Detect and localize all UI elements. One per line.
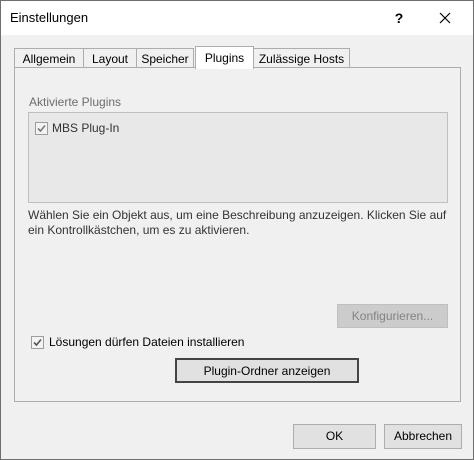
close-button[interactable] — [427, 6, 463, 30]
plugin-list[interactable]: MBS Plug-In — [28, 112, 448, 203]
tab-speicher[interactable]: Speicher — [136, 48, 194, 68]
help-button[interactable]: ? — [385, 6, 413, 30]
show-plugin-folder-button[interactable]: Plugin-Ordner anzeigen — [175, 358, 359, 383]
tab-zulaessige-hosts[interactable]: Zulässige Hosts — [253, 48, 350, 68]
cancel-button[interactable]: Abbrechen — [384, 424, 462, 449]
checkmark-icon — [37, 124, 46, 133]
solutions-checkbox[interactable] — [31, 336, 44, 349]
tab-allgemein[interactable]: Allgemein — [14, 48, 84, 68]
tab-plugins[interactable]: Plugins — [195, 46, 254, 69]
section-label: Aktivierte Plugins — [29, 95, 122, 109]
close-icon — [439, 12, 451, 24]
tab-layout[interactable]: Layout — [83, 48, 137, 68]
checkmark-icon — [33, 338, 42, 347]
description-text: Wählen Sie ein Objekt aus, um eine Besch… — [28, 208, 447, 237]
plugins-panel: Aktivierte Plugins MBS Plug-In Wählen Si… — [14, 67, 461, 402]
ok-button[interactable]: OK — [293, 424, 376, 449]
window-title: Einstellungen — [10, 10, 89, 25]
configure-button[interactable]: Konfigurieren... — [337, 304, 448, 328]
plugin-label: MBS Plug-In — [52, 121, 120, 135]
plugin-checkbox[interactable] — [35, 122, 48, 135]
settings-dialog: Einstellungen ? Allgemein Layout Speiche… — [0, 0, 474, 460]
title-bar: Einstellungen ? — [1, 1, 473, 35]
solutions-checkbox-label[interactable]: Lösungen dürfen Dateien installieren — [49, 335, 244, 349]
